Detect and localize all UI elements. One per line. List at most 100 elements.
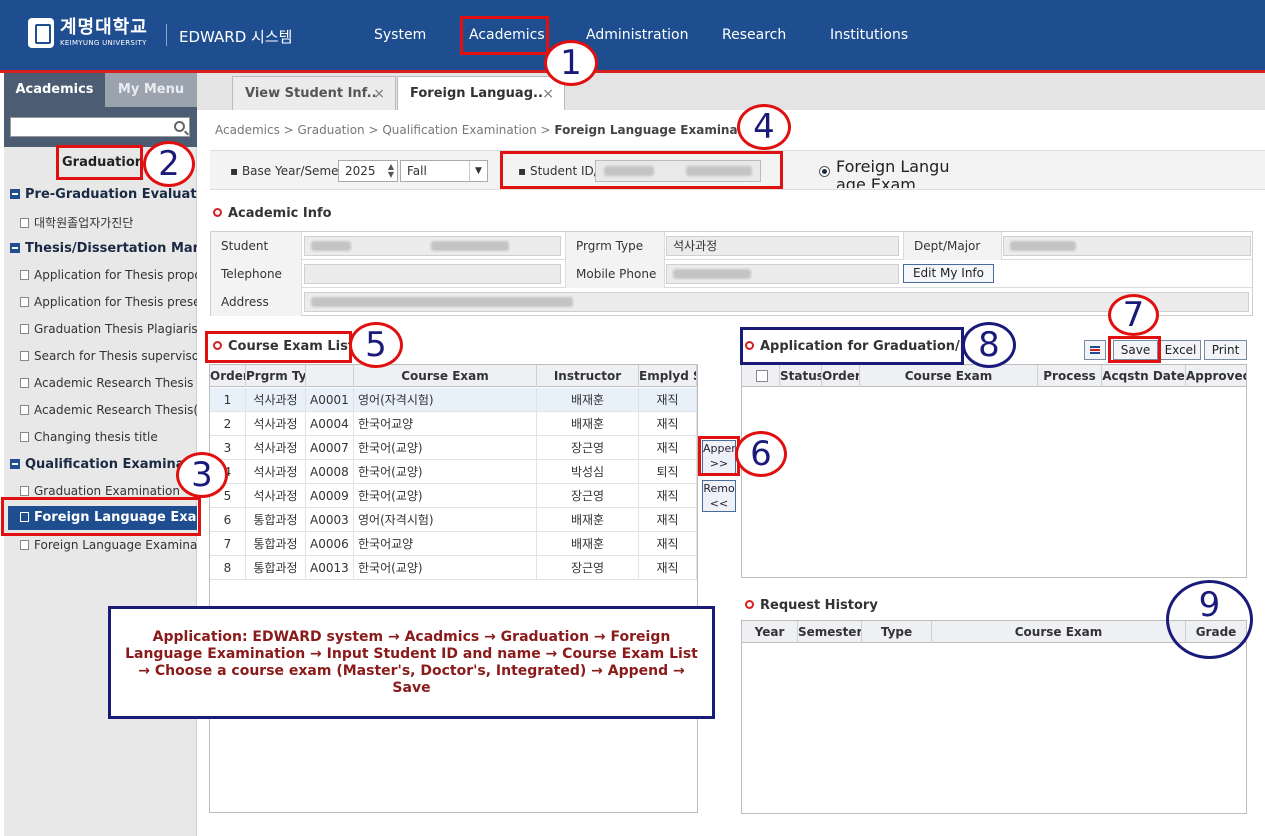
sidebar-tab-my-menu[interactable]: My Menu [105, 73, 197, 107]
sidebar-group-pre-graduation[interactable]: Pre-Graduation Evaluation [10, 187, 197, 202]
list-icon[interactable] [1084, 340, 1106, 360]
excel-button[interactable]: Excel [1160, 340, 1201, 360]
table-cell-program: 통합과정 [246, 532, 306, 556]
table-row[interactable]: 1 석사과정 A0001 영어(자격시험) 배재훈 재직 [210, 388, 697, 412]
column-header[interactable]: Course Exam [932, 621, 1186, 643]
column-header[interactable]: Process [1038, 365, 1102, 387]
sidebar-item[interactable]: Application for Thesis preser [20, 295, 197, 309]
semester-select[interactable]: Fall ▼ [400, 160, 488, 182]
sidebar-item[interactable]: Foreign Language Examinatic [20, 538, 197, 552]
table-row[interactable]: 6 통합과정 A0003 영어(자격시험) 배재훈 재직 [210, 508, 697, 532]
collapse-icon [10, 243, 20, 253]
column-header[interactable]: Order [210, 365, 246, 387]
table-cell-status: 재직 [639, 556, 697, 580]
column-header[interactable]: Acqstn Date [1102, 365, 1186, 387]
table-row[interactable]: 5 석사과정 A0009 한국어(교양) 장근영 재직 [210, 484, 697, 508]
foreign-language-radio[interactable] [819, 166, 830, 177]
table-row[interactable]: 4석사과정A0008한국어(교양)박성심퇴직 [210, 460, 697, 484]
tab-view-student-info[interactable]: View Student Inf.. × [232, 76, 396, 110]
header-divider [166, 24, 167, 46]
table-cell-instructor: 배재훈 [537, 388, 639, 412]
nav-administration[interactable]: Administration [586, 27, 688, 43]
collapse-icon [10, 189, 20, 199]
sidebar-item[interactable]: Search for Thesis supervisor [20, 349, 197, 363]
sidebar-search-input[interactable] [10, 117, 190, 137]
table-row[interactable]: 3 석사과정 A0007 한국어(교양) 장근영 재직 [210, 436, 697, 460]
document-icon [20, 218, 29, 228]
column-header[interactable]: Order [822, 365, 860, 387]
table-cell-status: 재직 [639, 388, 697, 412]
nav-research[interactable]: Research [722, 27, 786, 43]
document-icon [20, 432, 29, 442]
document-icon [20, 351, 29, 361]
document-icon [20, 378, 29, 388]
sidebar-item[interactable]: Academic Research Thesis(I [20, 403, 197, 417]
request-history-title: Request History [745, 598, 878, 613]
student-id-name-label: Student ID/Na [211, 232, 302, 281]
instruction-note: Application: EDWARD system → Acadmics → … [108, 606, 715, 719]
annotation-circle-4: 4 [737, 104, 791, 150]
column-header[interactable]: Emplyd S [639, 365, 697, 387]
table-row[interactable]: 7 통합과정 A0006 한국어교양 배재훈 재직 [210, 532, 697, 556]
table-cell-status: 퇴직 [639, 460, 697, 484]
column-header[interactable]: Year [742, 621, 798, 643]
annotation-box-application [740, 327, 964, 365]
close-icon[interactable]: × [542, 77, 554, 111]
column-header[interactable]: Instructor [537, 365, 639, 387]
column-header[interactable]: Course Exam [354, 365, 537, 387]
column-header[interactable]: Course Exam [860, 365, 1038, 387]
nav-system[interactable]: System [374, 27, 426, 43]
mobile-phone-value [666, 264, 899, 284]
annotation-box-save [1108, 336, 1161, 363]
edit-my-info-button[interactable]: Edit My Info [903, 264, 994, 283]
nav-institutions[interactable]: Institutions [830, 27, 908, 43]
annotation-circle-6: 6 [735, 431, 787, 477]
remove-button[interactable]: Remo << [702, 480, 736, 512]
column-header[interactable]: Semester [798, 621, 862, 643]
search-icon[interactable] [174, 121, 185, 132]
university-logo[interactable]: 계명대학교 KEIMYUNG UNIVERSITY [28, 18, 148, 48]
sidebar-item[interactable]: Changing thesis title [20, 430, 197, 444]
spinner-icon[interactable]: ▲ ▼ [388, 163, 394, 179]
content-tab-bar: View Student Inf.. × Foreign Languag.. × [197, 73, 1265, 110]
annotation-circle-3: 3 [176, 452, 228, 498]
system-name: EDWARD 시스템 [179, 28, 293, 46]
sidebar-group-thesis[interactable]: Thesis/Dissertation Mang [10, 241, 197, 256]
university-seal-icon [28, 18, 54, 48]
table-cell-code: A0004 [306, 412, 354, 436]
annotation-circle-2: 2 [143, 141, 195, 187]
sidebar: Academics My Menu Graduation Pre-Graduat… [4, 73, 197, 836]
annotation-box-student-id [500, 151, 783, 189]
bullet-icon [213, 208, 222, 217]
sidebar-item[interactable]: Graduation Thesis Plagiarism [20, 322, 197, 336]
grid-header: Status Order Course Exam Process Acqstn … [742, 365, 1246, 387]
sidebar-item[interactable]: 대학원졸업자가진단 [20, 214, 197, 231]
program-type-label: Prgrm Type [565, 232, 665, 260]
annotation-box-append [698, 436, 740, 476]
close-icon[interactable]: × [373, 77, 385, 111]
column-header[interactable]: Prgrm Ty [246, 365, 306, 387]
table-row[interactable]: 2 석사과정 A0004 한국어교양 배재훈 재직 [210, 412, 697, 436]
table-cell-exam: 영어(자격시험) [354, 508, 537, 532]
sidebar-tab-academics[interactable]: Academics [4, 73, 105, 107]
sidebar-item[interactable]: Application for Thesis propos [20, 268, 197, 282]
column-header[interactable]: Approved [1186, 365, 1246, 387]
table-cell-order: 8 [210, 556, 246, 580]
column-header[interactable]: Type [862, 621, 932, 643]
sidebar-group-qualification[interactable]: Qualification Examination [10, 457, 197, 472]
column-header[interactable] [306, 365, 354, 387]
tab-foreign-language[interactable]: Foreign Languag.. × [397, 76, 565, 110]
sidebar-item[interactable]: Academic Research Thesis [20, 376, 197, 390]
year-stepper[interactable]: 2025 ▲ ▼ [338, 160, 398, 182]
grid-header: Order Prgrm Ty Course Exam Instructor Em… [210, 365, 697, 387]
sidebar-item[interactable]: Graduation Examination [20, 484, 197, 498]
table-cell-exam: 한국어(교양) [354, 484, 537, 508]
chevron-down-icon[interactable]: ▼ [469, 161, 487, 181]
select-all-checkbox[interactable] [756, 370, 768, 382]
table-cell-exam: 한국어(교양) [354, 436, 537, 460]
table-cell-program: 석사과정 [246, 460, 306, 484]
table-cell-exam: 한국어(교양) [354, 460, 537, 484]
column-header[interactable]: Status [780, 365, 822, 387]
table-row[interactable]: 8 통합과정 A0013 한국어(교양) 장근영 재직 [210, 556, 697, 580]
print-button[interactable]: Print [1204, 340, 1247, 360]
